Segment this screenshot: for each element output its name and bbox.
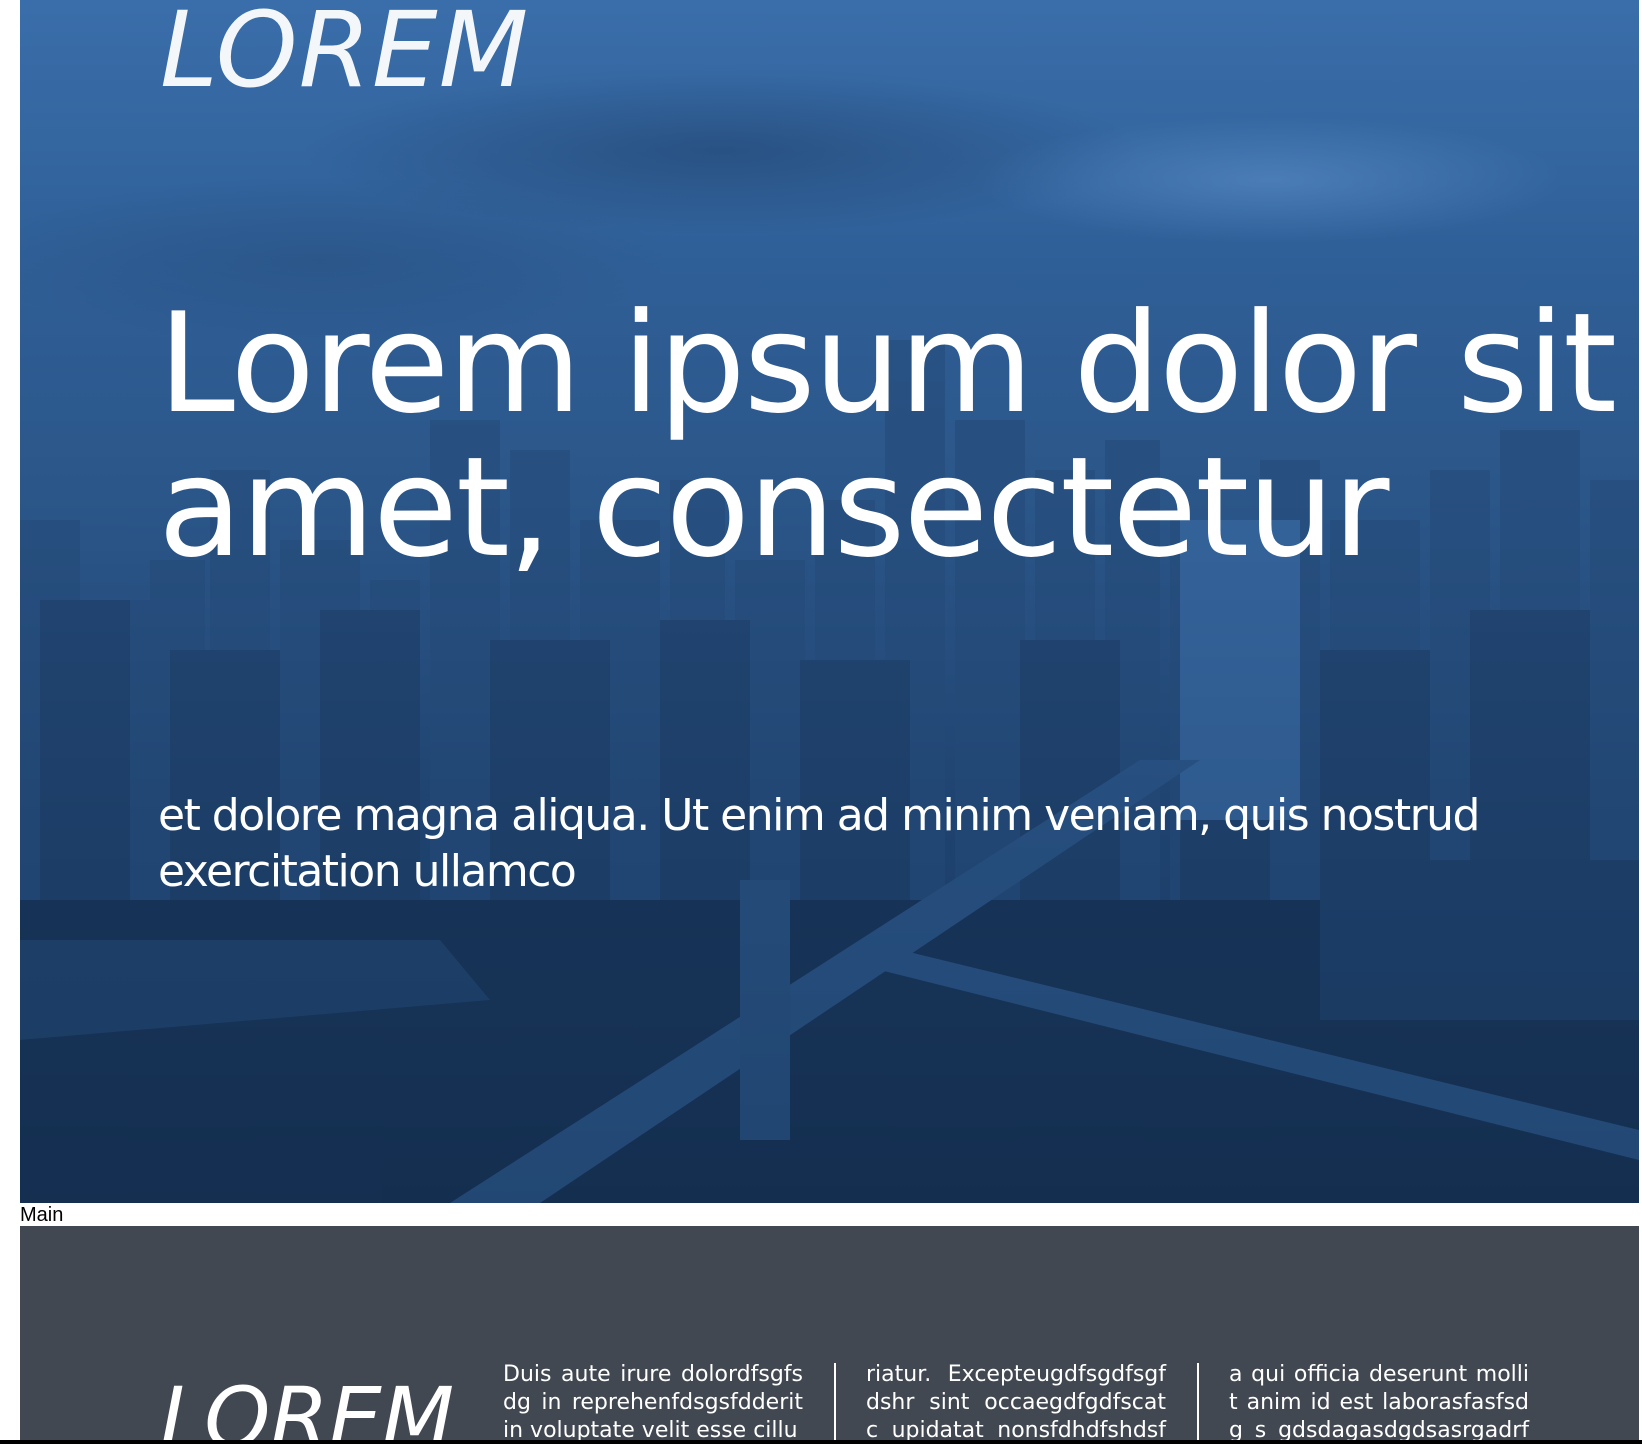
- section-label: Main: [20, 1204, 64, 1226]
- hero-headline: Lorem ipsum dolor sit amet, consectetur: [158, 283, 1617, 588]
- footer-logo[interactable]: LOREM: [160, 1376, 454, 1440]
- footer-text-column-1: Duis aute irure dolordfsgfs dg in repreh…: [503, 1362, 803, 1440]
- hero-logo[interactable]: LOREM: [160, 0, 529, 102]
- footer-section: LOREM Duis aute irure dolordfsgfs dg in …: [20, 1226, 1639, 1440]
- city-skyline-image: [20, 340, 1639, 1203]
- hero-banner: LOREM Lorem ipsum dolor sit amet, consec…: [20, 0, 1639, 1203]
- footer-text-column-2: riatur. Excepteugdfsgdfsgf dshr sint occ…: [866, 1362, 1166, 1440]
- footer-column-divider: [1197, 1363, 1199, 1440]
- footer-column-divider: [834, 1363, 836, 1440]
- hero-subtext: et dolore magna aliqua. Ut enim ad minim…: [158, 790, 1481, 897]
- bottom-rule: [0, 1440, 1642, 1444]
- footer-text-column-3: a qui officia deserunt mollit anim id es…: [1229, 1362, 1529, 1440]
